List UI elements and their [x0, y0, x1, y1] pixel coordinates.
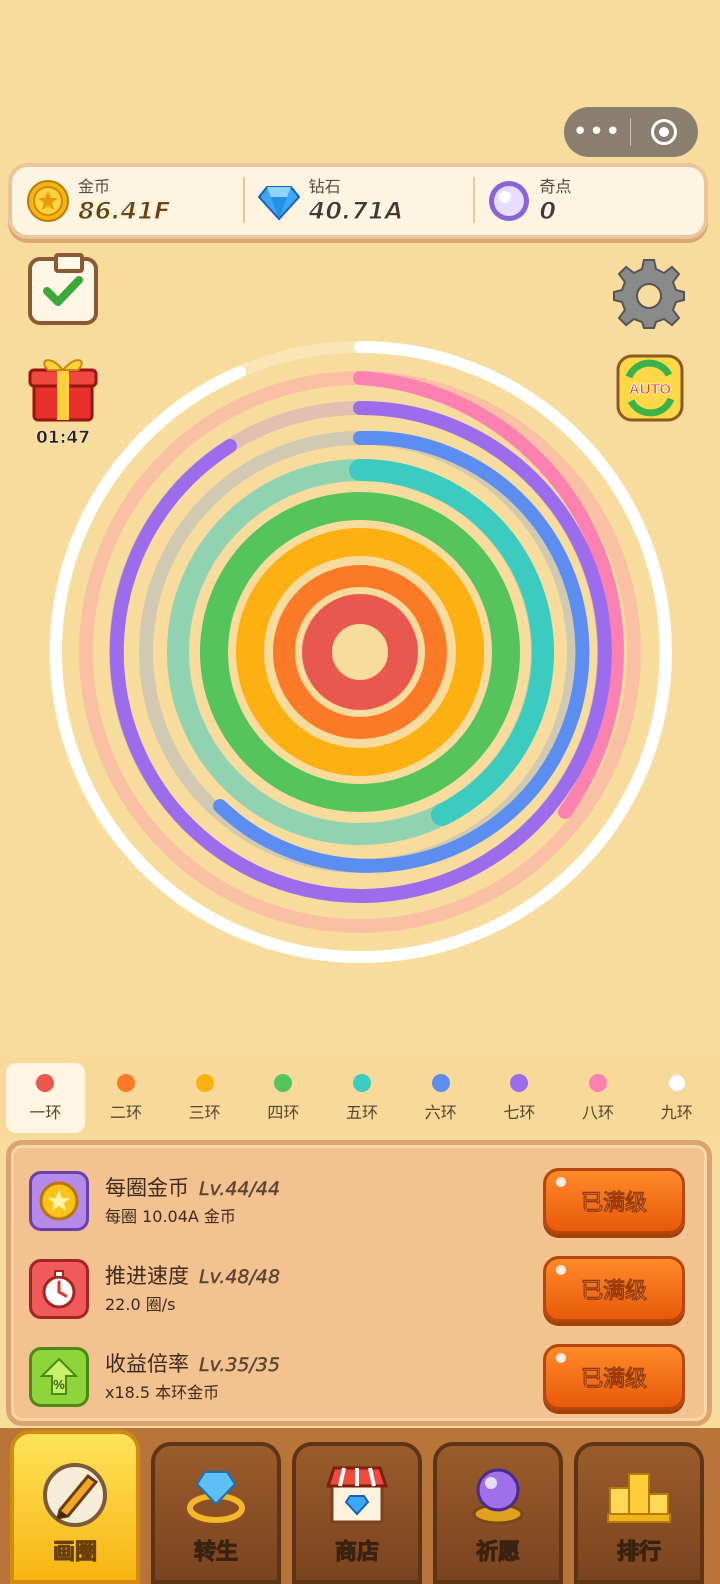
mini-program-capsule: •••	[564, 107, 698, 157]
nav-label: 商店	[334, 1540, 379, 1566]
diamond-label: 钻石	[308, 177, 341, 196]
gold-resource: 金币 86.41F	[12, 167, 243, 235]
gear-icon[interactable]	[612, 256, 686, 330]
tab-ring-8[interactable]: 八环	[559, 1061, 638, 1135]
upgrade-name: 收益倍率	[105, 1351, 189, 1376]
odd-label: 奇点	[539, 177, 572, 196]
max-level-button[interactable]: 已满级	[543, 1256, 685, 1322]
upgrade-panel: 每圈金币 Lv.44/44 每圈 10.04A 金币 已满级 推进速度 Lv.48/…	[6, 1140, 712, 1426]
ring-dot	[667, 1073, 686, 1092]
odd-resource: 奇点 0	[473, 167, 704, 235]
ring-tab-label: 九环	[660, 1102, 693, 1122]
ring-dot	[431, 1073, 450, 1092]
tab-ring-1[interactable]: 一环	[6, 1063, 85, 1133]
ring-dot	[195, 1073, 214, 1092]
ring-tab-label: 七环	[503, 1102, 536, 1122]
ring-tab-label: 三环	[188, 1102, 221, 1122]
diamond-icon	[257, 186, 300, 221]
tab-ring-5[interactable]: 五环	[323, 1061, 402, 1135]
ring-1-ring	[302, 594, 418, 710]
nav-label: 排行	[616, 1540, 661, 1566]
max-level-button[interactable]: 已满级	[543, 1168, 685, 1234]
ring-tab-bar: 一环 二环 三环 四环 五环 六环 七环 八环 九环	[0, 1057, 720, 1135]
tab-ring-6[interactable]: 六环	[401, 1061, 480, 1135]
diamond-ring-icon	[187, 1471, 245, 1523]
ring-dot	[510, 1073, 529, 1092]
ring-tab-label: 一环	[29, 1102, 62, 1122]
stopwatch-icon	[29, 1259, 89, 1319]
nav-rebirth[interactable]: 转生	[151, 1442, 281, 1584]
upgrade-row-coins: 每圈金币 Lv.44/44 每圈 10.04A 金币 已满级	[29, 1157, 685, 1245]
podium-icon	[607, 1473, 671, 1523]
task-clipboard-button[interactable]	[28, 253, 98, 325]
ring-dot	[589, 1073, 608, 1092]
upgrade-level: Lv.35/35	[199, 1353, 281, 1376]
nav-draw-circle[interactable]: 画圈	[10, 1430, 140, 1584]
pencil-circle-icon	[43, 1463, 107, 1527]
target-circle-icon[interactable]	[631, 119, 697, 145]
purple-orb-icon	[489, 181, 530, 221]
upgrade-name: 每圈金币	[105, 1175, 189, 1200]
gold-value: 86.41F	[77, 197, 171, 226]
upgrade-name: 推进速度	[105, 1263, 189, 1288]
ring-dot	[36, 1073, 55, 1092]
ring-tab-label: 二环	[110, 1102, 143, 1122]
ring-tab-label: 四环	[267, 1102, 300, 1122]
diamond-resource: 钻石 40.71A	[242, 167, 474, 235]
max-level-button[interactable]: 已满级	[543, 1344, 685, 1410]
ring-dot	[274, 1073, 293, 1092]
ring-track-area[interactable]	[40, 332, 680, 972]
odd-value: 0	[539, 197, 557, 226]
svg-text:%: %	[53, 1377, 65, 1392]
nav-ranking[interactable]: 排行	[574, 1442, 704, 1584]
ring-tab-label: 八环	[582, 1102, 615, 1122]
crystal-ball-icon	[472, 1468, 524, 1525]
nav-wish[interactable]: 祈愿	[433, 1442, 563, 1584]
upgrade-row-speed: 推进速度 Lv.48/48 22.0 圈/s 已满级	[29, 1245, 685, 1333]
shop-icon	[325, 1466, 389, 1524]
upgrade-level: Lv.48/48	[199, 1265, 281, 1288]
upgrade-row-multiplier: % 收益倍率 Lv.35/35 x18.5 本环金币 已满级	[29, 1333, 685, 1421]
tab-ring-3[interactable]: 三环	[165, 1061, 244, 1135]
ring-tab-label: 五环	[346, 1102, 379, 1122]
ring-tab-label: 六环	[424, 1102, 457, 1122]
bottom-nav: 画圈 转生 商店 祈愿 排行	[0, 1428, 720, 1584]
upgrade-desc: x18.5 本环金币	[105, 1382, 220, 1402]
checkmark-icon	[43, 276, 83, 306]
gold-label: 金币	[78, 177, 111, 196]
percent-arrow-icon: %	[29, 1347, 89, 1407]
upgrade-desc: 每圈 10.04A 金币	[105, 1206, 236, 1226]
tab-ring-7[interactable]: 七环	[480, 1061, 559, 1135]
coin-upgrade-icon	[29, 1171, 89, 1231]
upgrade-level: Lv.44/44	[199, 1177, 281, 1200]
tab-ring-4[interactable]: 四环	[244, 1061, 323, 1135]
more-dots-icon[interactable]: •••	[564, 107, 630, 157]
nav-shop[interactable]: 商店	[292, 1442, 422, 1584]
tab-ring-2[interactable]: 二环	[87, 1061, 166, 1135]
tab-ring-9[interactable]: 九环	[637, 1061, 716, 1135]
resource-bar: 金币 86.41F 钻石 40.71A 奇点 0	[8, 163, 708, 239]
upgrade-desc: 22.0 圈/s	[105, 1294, 176, 1314]
ring-dot	[353, 1073, 372, 1092]
diamond-value: 40.71A	[308, 197, 404, 226]
nav-label: 转生	[193, 1540, 238, 1566]
gold-coin-icon	[27, 180, 69, 222]
nav-label: 祈愿	[475, 1540, 520, 1566]
nav-label: 画圈	[52, 1540, 97, 1566]
ring-dot	[117, 1073, 135, 1092]
